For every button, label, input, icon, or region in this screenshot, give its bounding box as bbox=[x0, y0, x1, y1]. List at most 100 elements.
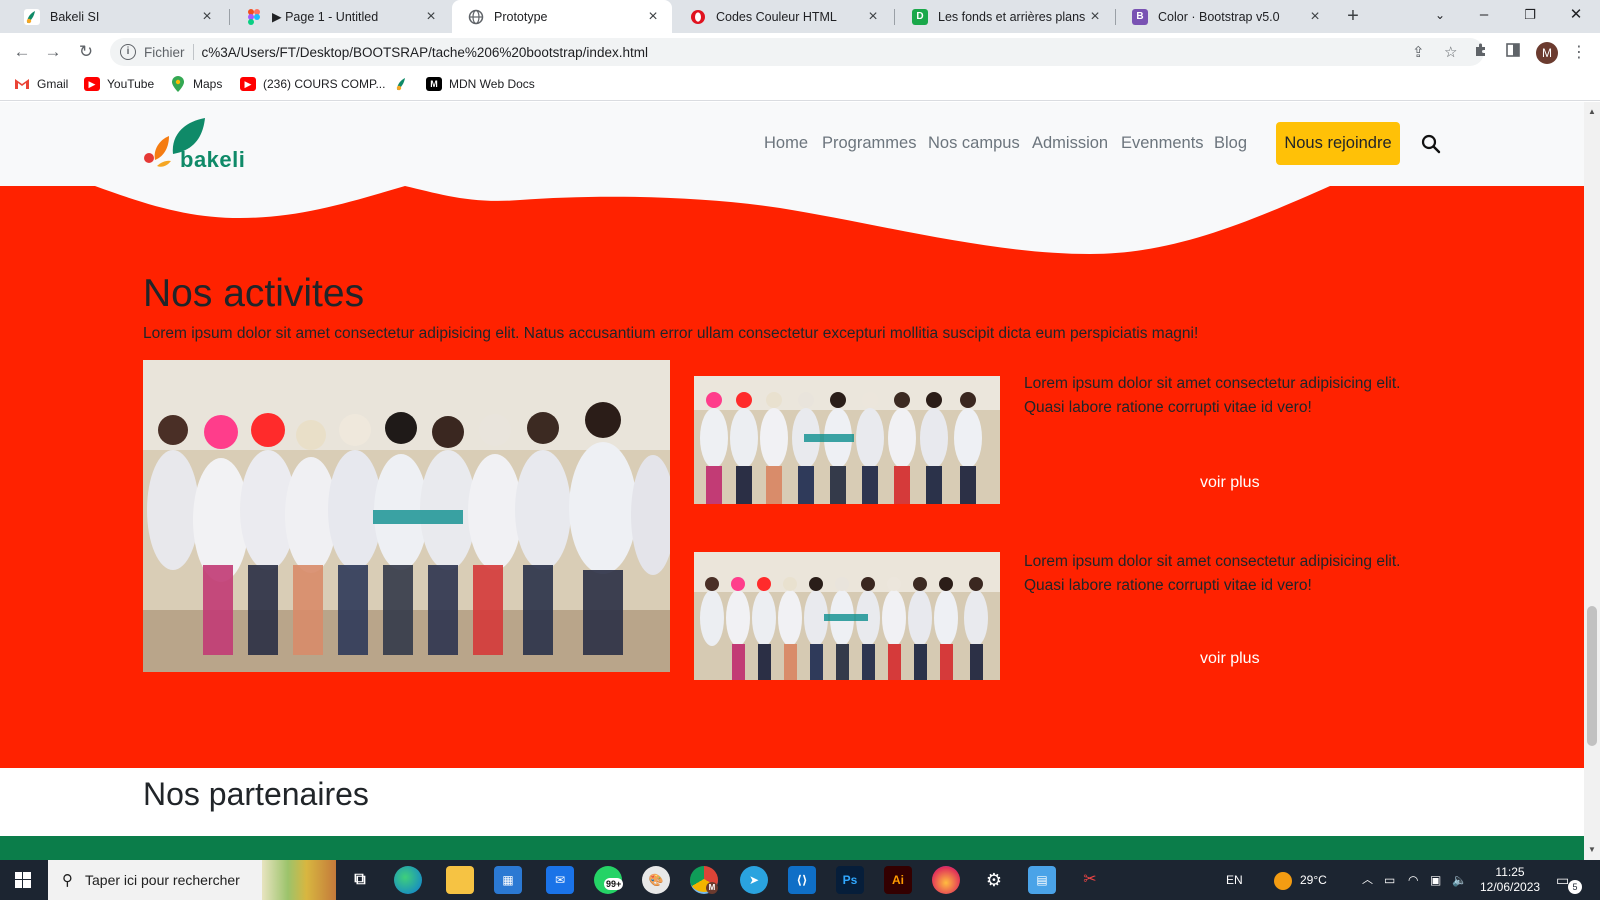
notifications-icon[interactable]: ▭ 5 bbox=[1556, 860, 1582, 900]
firefox-icon[interactable] bbox=[932, 866, 960, 894]
activities-title: Nos activites bbox=[143, 272, 365, 315]
close-icon[interactable]: × bbox=[422, 8, 440, 26]
bookmark-mdn[interactable]: M MDN Web Docs bbox=[426, 77, 535, 91]
scroll-down-arrow-icon[interactable]: ▼ bbox=[1584, 842, 1600, 858]
info-icon[interactable]: i bbox=[120, 44, 136, 60]
snipping-tool-icon[interactable]: ✂ bbox=[1076, 866, 1104, 894]
chrome-menu-icon[interactable]: ⋮ bbox=[1568, 42, 1590, 64]
minimize-icon[interactable]: – bbox=[1462, 0, 1506, 33]
clock-time: 11:25 bbox=[1495, 865, 1525, 879]
close-icon[interactable]: × bbox=[864, 8, 882, 26]
tray-chevron-up-icon[interactable]: ︿ bbox=[1362, 860, 1373, 900]
bootstrap-favicon-icon: B bbox=[1132, 8, 1148, 25]
restore-icon[interactable]: ❐ bbox=[1508, 0, 1552, 33]
tab-bootstrap-color[interactable]: B Color · Bootstrap v5.0 × bbox=[1116, 0, 1334, 33]
whatsapp-badge: 99+ bbox=[604, 878, 624, 890]
nous-rejoindre-button[interactable]: Nous rejoindre bbox=[1276, 122, 1400, 165]
bakeli-favicon-icon bbox=[24, 8, 40, 25]
nav-home[interactable]: Home bbox=[764, 134, 808, 153]
windows-start-button[interactable] bbox=[0, 860, 46, 900]
photoshop-icon[interactable]: Ps bbox=[836, 866, 864, 894]
activity-photo-2 bbox=[694, 552, 1000, 680]
extensions-icon[interactable] bbox=[1470, 42, 1492, 64]
mdn-icon: M bbox=[426, 77, 442, 91]
edge-icon[interactable] bbox=[394, 866, 422, 894]
bookmark-cours-comp[interactable]: ▶ (236) COURS COMP... bbox=[240, 77, 385, 91]
chrome-icon[interactable]: M bbox=[690, 866, 718, 894]
activity-main-photo bbox=[143, 360, 670, 672]
vscode-icon[interactable]: ⟨⟩ bbox=[788, 866, 816, 894]
window-close-icon[interactable]: ✕ bbox=[1554, 0, 1598, 33]
file-explorer-icon[interactable] bbox=[446, 866, 474, 894]
paint-icon[interactable]: 🎨 bbox=[642, 866, 670, 894]
tab-search-chevron-icon[interactable]: ⌄ bbox=[1418, 0, 1462, 33]
voir-plus-link-2[interactable]: voir plus bbox=[1200, 650, 1260, 668]
control-panel-icon[interactable]: ▤ bbox=[1028, 866, 1056, 894]
search-highlight-image bbox=[262, 860, 336, 900]
taskbar-search-placeholder: Taper ici pour rechercher bbox=[85, 872, 240, 888]
search-icon[interactable] bbox=[1421, 134, 1441, 154]
tab-codes-couleur[interactable]: Codes Couleur HTML × bbox=[674, 0, 892, 33]
bookmark-youtube[interactable]: ▶ YouTube bbox=[84, 77, 154, 91]
close-icon[interactable]: × bbox=[1306, 8, 1324, 26]
telegram-icon[interactable]: ➤ bbox=[740, 866, 768, 894]
battery-icon[interactable]: ▭ bbox=[1384, 860, 1395, 900]
tab-prototype[interactable]: Prototype × bbox=[452, 0, 672, 33]
close-icon[interactable]: × bbox=[198, 8, 216, 26]
volume-icon[interactable]: 🔈 bbox=[1452, 860, 1467, 900]
illustrator-icon[interactable]: Ai bbox=[884, 866, 912, 894]
tab-figma[interactable]: ▶ Page 1 - Untitled × bbox=[230, 0, 450, 33]
store-icon[interactable]: ▦ bbox=[494, 866, 522, 894]
nav-programmes[interactable]: Programmes bbox=[822, 134, 916, 153]
meet-now-icon[interactable]: ▣ bbox=[1430, 860, 1441, 900]
section-wave-divider bbox=[0, 186, 1584, 254]
profile-avatar[interactable]: M bbox=[1536, 42, 1558, 64]
close-icon[interactable]: × bbox=[644, 8, 662, 26]
bookmark-star-icon[interactable]: ☆ bbox=[1444, 43, 1457, 61]
nav-blog[interactable]: Blog bbox=[1214, 134, 1247, 153]
side-panel-icon[interactable] bbox=[1502, 42, 1524, 64]
url-text[interactable]: c%3A/Users/FT/Desktop/BOOTSRAP/tache%206… bbox=[202, 45, 648, 60]
windows-taskbar: ⚲ Taper ici pour rechercher ⧉ ▦ ✉ 99+ 🎨 … bbox=[0, 860, 1600, 900]
activities-section: Nos activites Lorem ipsum dolor sit amet… bbox=[0, 186, 1584, 768]
nav-admission[interactable]: Admission bbox=[1032, 134, 1108, 153]
chrome-profile-badge: M bbox=[706, 882, 718, 894]
share-icon[interactable]: ⇪ bbox=[1412, 43, 1425, 61]
close-icon[interactable]: × bbox=[1086, 8, 1104, 26]
new-tab-button[interactable]: + bbox=[1340, 4, 1366, 30]
address-bar[interactable]: i Fichier c%3A/Users/FT/Desktop/BOOTSRAP… bbox=[110, 38, 1484, 66]
bookmark-bakeli[interactable] bbox=[394, 77, 417, 91]
bookmark-maps[interactable]: Maps bbox=[170, 76, 222, 92]
language-indicator[interactable]: EN bbox=[1226, 860, 1243, 900]
settings-gear-icon[interactable]: ⚙ bbox=[980, 866, 1008, 894]
bookmark-gmail[interactable]: Gmail bbox=[14, 77, 68, 91]
mail-icon[interactable]: ✉ bbox=[546, 866, 574, 894]
wifi-icon[interactable]: ◠ bbox=[1408, 860, 1418, 900]
voir-plus-link-1[interactable]: voir plus bbox=[1200, 474, 1260, 492]
back-arrow-icon[interactable]: ← bbox=[10, 40, 34, 64]
clock-date: 12/06/2023 bbox=[1480, 880, 1541, 894]
task-view-icon[interactable]: ⧉ bbox=[346, 866, 374, 894]
scroll-thumb[interactable] bbox=[1587, 606, 1597, 746]
forward-arrow-icon[interactable]: → bbox=[41, 40, 65, 64]
whatsapp-icon[interactable]: 99+ bbox=[594, 866, 624, 894]
activities-lead: Lorem ipsum dolor sit amet consectetur a… bbox=[143, 325, 1199, 342]
taskbar-clock[interactable]: 11:25 12/06/2023 bbox=[1480, 865, 1540, 895]
weather-widget[interactable]: 29°C bbox=[1274, 860, 1327, 900]
nav-evenments[interactable]: Evenments bbox=[1121, 134, 1204, 153]
scheme-label: Fichier bbox=[144, 44, 185, 60]
globe-favicon-icon bbox=[468, 9, 484, 25]
tab-fonds-css[interactable]: D Les fonds et arrières plans CSS × bbox=[896, 0, 1114, 33]
page-scrollbar[interactable]: ▲ ▼ bbox=[1584, 102, 1600, 860]
scroll-up-arrow-icon[interactable]: ▲ bbox=[1584, 104, 1600, 120]
page-viewport: bakeli Home Programmes Nos campus Admiss… bbox=[0, 102, 1584, 860]
bakeli-icon bbox=[394, 77, 410, 91]
youtube-icon: ▶ bbox=[240, 77, 256, 91]
d-favicon-icon: D bbox=[912, 8, 928, 25]
taskbar-search-box[interactable]: ⚲ Taper ici pour rechercher bbox=[48, 860, 336, 900]
nav-nos-campus[interactable]: Nos campus bbox=[928, 134, 1020, 153]
reload-icon[interactable]: ↻ bbox=[74, 40, 98, 64]
weather-sun-icon bbox=[1274, 871, 1292, 890]
tab-bakeli[interactable]: Bakeli SI × bbox=[8, 0, 226, 33]
omnibox-divider bbox=[192, 44, 194, 60]
